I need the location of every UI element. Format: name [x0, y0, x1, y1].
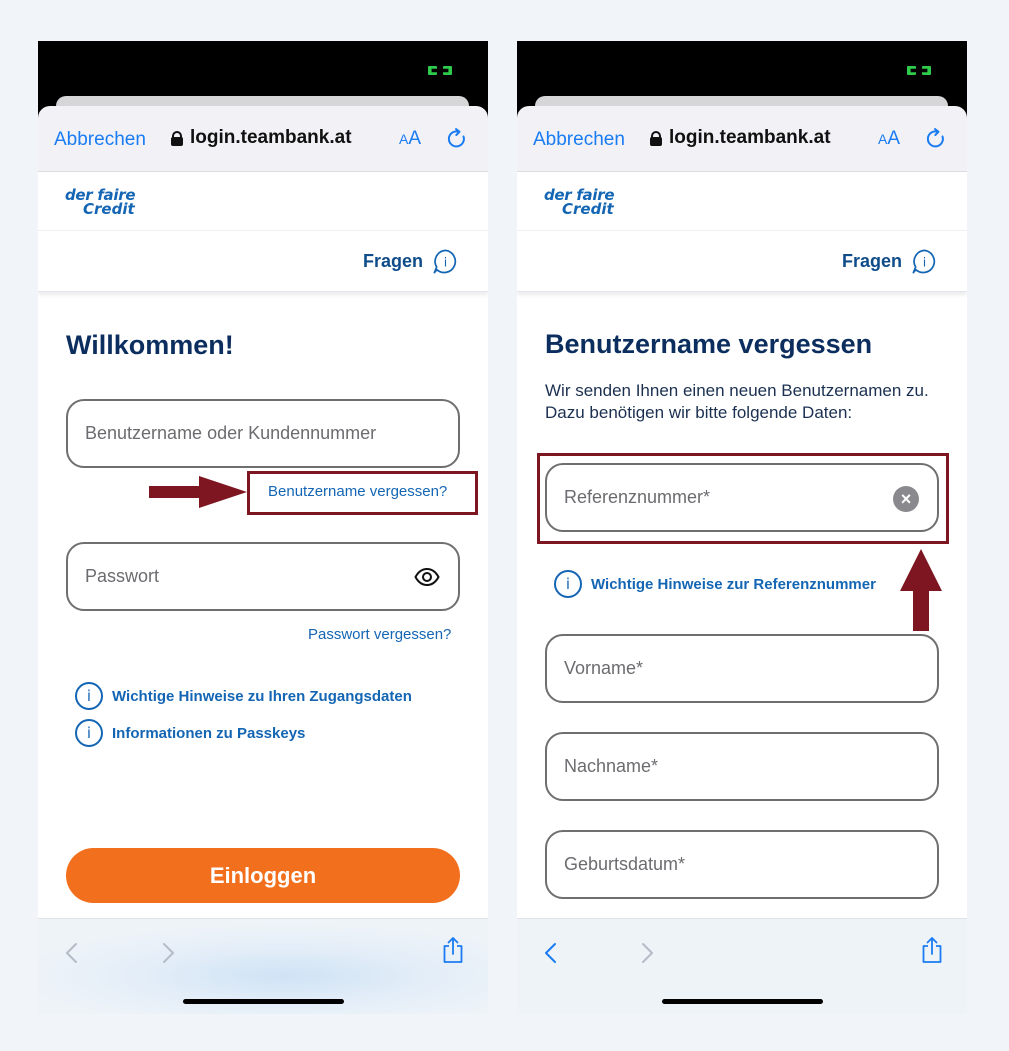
- help-bar: Fragen i: [38, 231, 488, 292]
- firstname-placeholder: Vorname*: [564, 658, 644, 678]
- url-display[interactable]: login.teambank.at: [650, 127, 831, 149]
- forgot-username-screen: Abbrechen login.teambank.at AA der faire…: [517, 41, 967, 1014]
- page-description: Wir senden Ihnen einen neuen Benutzernam…: [545, 381, 929, 422]
- share-icon[interactable]: [921, 936, 943, 964]
- info-icon: i: [554, 570, 582, 598]
- username-input[interactable]: Benutzername oder Kundennummer: [66, 399, 460, 468]
- back-icon[interactable]: [543, 942, 557, 964]
- firstname-input[interactable]: Vorname*: [545, 634, 939, 703]
- browser-url-bar: Abbrechen login.teambank.at AA: [517, 106, 967, 172]
- annotation-arrow-icon: [149, 476, 247, 508]
- info-passkeys-label: Informationen zu Passkeys: [112, 724, 306, 742]
- logo: der faire Credit: [544, 186, 615, 218]
- brand-header: der faire Credit: [517, 172, 967, 231]
- help-bubble-icon[interactable]: i: [432, 248, 459, 275]
- browser-url-bar: Abbrechen login.teambank.at AA: [38, 106, 488, 172]
- lastname-placeholder: Nachname*: [564, 756, 659, 776]
- clear-icon[interactable]: ×: [893, 486, 919, 512]
- reload-icon[interactable]: [924, 127, 948, 151]
- info-access-data-link[interactable]: i Wichtige Hinweise zu Ihren Zugangsdate…: [75, 682, 412, 710]
- home-indicator: [183, 999, 344, 1004]
- cancel-button[interactable]: Abbrechen: [54, 129, 146, 151]
- forgot-password-link[interactable]: Passwort vergessen?: [308, 626, 451, 643]
- forward-icon[interactable]: [162, 942, 176, 964]
- forward-icon[interactable]: [641, 942, 655, 964]
- password-placeholder: Passwort: [85, 566, 160, 586]
- browser-toolbar: [517, 918, 967, 1014]
- reference-number-placeholder: Referenznummer*: [564, 487, 711, 507]
- brand-header: der faire Credit: [38, 172, 488, 231]
- page-title: Benutzername vergessen: [545, 329, 873, 359]
- info-passkeys-link[interactable]: i Informationen zu Passkeys: [75, 719, 305, 747]
- help-link[interactable]: Fragen: [842, 251, 902, 272]
- forgot-username-link[interactable]: Benutzername vergessen?: [268, 483, 447, 500]
- url-display[interactable]: login.teambank.at: [171, 127, 352, 149]
- birthdate-placeholder: Geburtsdatum*: [564, 854, 686, 874]
- share-icon[interactable]: [442, 936, 464, 964]
- eye-icon[interactable]: [414, 566, 440, 588]
- password-input[interactable]: Passwort: [66, 542, 460, 611]
- text-size-button[interactable]: AA: [878, 128, 900, 150]
- login-screen: Abbrechen login.teambank.at AA der faire…: [38, 41, 488, 1014]
- reload-icon[interactable]: [445, 127, 469, 151]
- svg-text:i: i: [923, 254, 926, 269]
- svg-text:i: i: [444, 254, 447, 269]
- reference-info-link[interactable]: i Wichtige Hinweise zur Referenznummer: [554, 570, 876, 598]
- lock-icon: [650, 130, 662, 146]
- login-button[interactable]: Einloggen: [66, 848, 460, 903]
- url-text: login.teambank.at: [190, 127, 352, 148]
- help-bubble-icon[interactable]: i: [911, 248, 938, 275]
- reference-info-label: Wichtige Hinweise zur Referenznummer: [591, 575, 876, 593]
- text-size-button[interactable]: AA: [399, 128, 421, 150]
- help-bar: Fragen i: [517, 231, 967, 292]
- browser-toolbar: [38, 918, 488, 1014]
- info-icon: i: [75, 682, 103, 710]
- camera-indicator-icon: [907, 66, 931, 76]
- annotation-arrow-icon: [900, 549, 942, 631]
- lock-icon: [171, 130, 183, 146]
- username-placeholder: Benutzername oder Kundennummer: [85, 423, 377, 443]
- cancel-button[interactable]: Abbrechen: [533, 129, 625, 151]
- url-text: login.teambank.at: [669, 127, 831, 148]
- lastname-input[interactable]: Nachname*: [545, 732, 939, 801]
- camera-indicator-icon: [428, 66, 452, 76]
- reference-number-input[interactable]: Referenznummer* ×: [545, 463, 939, 532]
- page-title: Willkommen!: [66, 330, 234, 360]
- info-access-data-label: Wichtige Hinweise zu Ihren Zugangsdaten: [112, 687, 412, 705]
- back-icon[interactable]: [64, 942, 78, 964]
- logo: der faire Credit: [65, 186, 136, 218]
- home-indicator: [662, 999, 823, 1004]
- info-icon: i: [75, 719, 103, 747]
- help-link[interactable]: Fragen: [363, 251, 423, 272]
- birthdate-input[interactable]: Geburtsdatum*: [545, 830, 939, 899]
